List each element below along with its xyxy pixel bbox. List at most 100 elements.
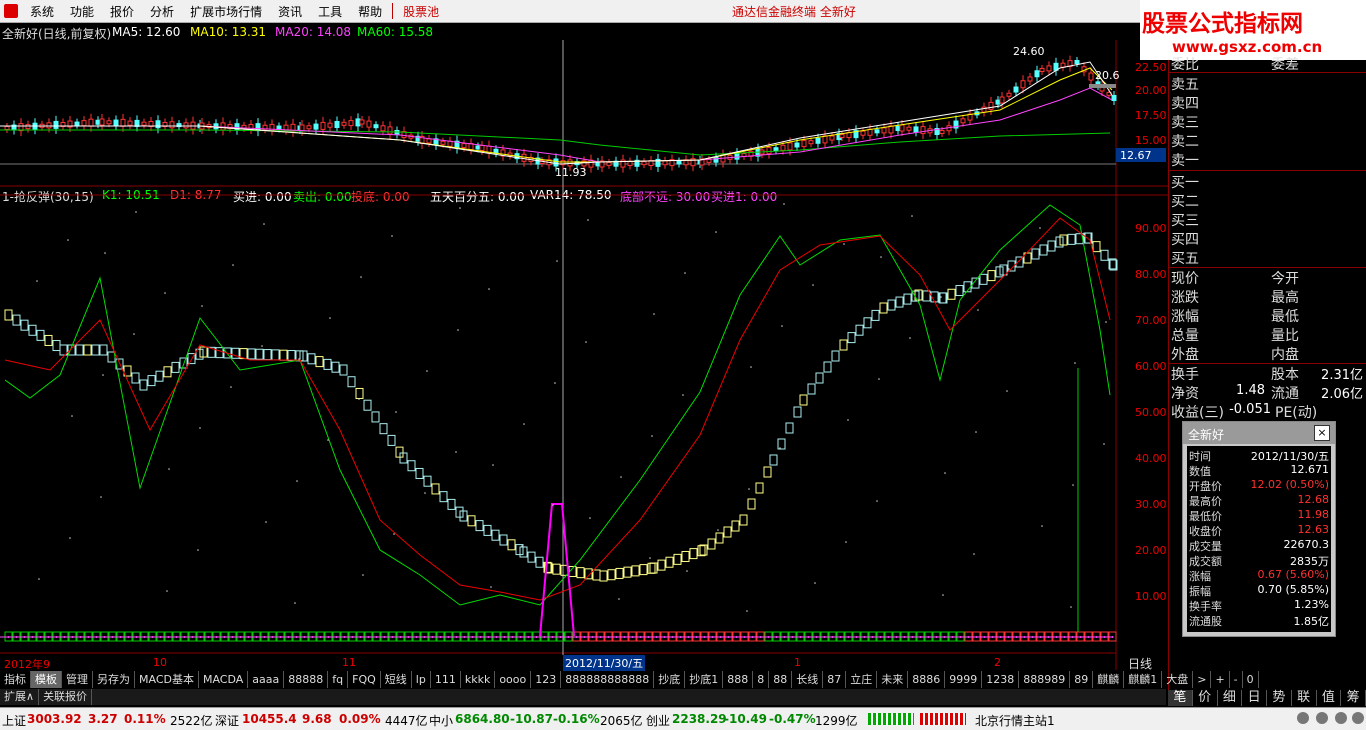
tab-14[interactable]: oooo [495,671,532,688]
tab-4[interactable]: MACD基本 [135,671,199,688]
right-tab-5[interactable]: 联 [1292,690,1317,706]
var14-box [922,290,931,302]
tab-34[interactable]: > [1193,671,1212,688]
candle-body [988,101,994,110]
settings-icon[interactable] [1316,712,1328,724]
candle-body [1020,80,1026,89]
tab-8[interactable]: fq [328,671,349,688]
right-tab-2[interactable]: 细 [1218,690,1243,706]
var14-box [1039,244,1048,256]
server-name[interactable]: 北京行情主站1 [975,712,1055,729]
period-label[interactable]: 日线 [1128,655,1152,672]
menu-analysis[interactable]: 分析 [142,3,182,20]
tab-28[interactable]: 1238 [982,671,1020,688]
right-tab-6[interactable]: 值 [1317,690,1342,706]
var14-box [28,324,37,336]
tab-21[interactable]: 88 [769,671,793,688]
menu-stock-pool[interactable]: 股票池 [395,3,447,20]
candle-body [801,140,807,148]
tab-25[interactable]: 未来 [877,671,909,688]
candle-body [313,123,319,130]
date-label: 2012年9 [4,658,50,671]
tab-33[interactable]: 大盘 [1162,671,1194,688]
tab-32[interactable]: 麒麟1 [1124,671,1163,688]
tab-16[interactable]: 888888888888 [561,671,655,688]
var14-box [955,285,964,297]
network-icon[interactable] [1297,712,1309,724]
var14-box [52,340,61,352]
var14-box [83,344,92,356]
tab-18[interactable]: 抄底1 [685,671,724,688]
candle-body [627,160,633,166]
tab-3[interactable]: 另存为 [93,671,135,688]
tab-31[interactable]: 麒麟 [1093,671,1125,688]
tab-0[interactable]: 指标 [0,671,31,688]
menu-quote[interactable]: 报价 [102,3,142,20]
tab-13[interactable]: kkkk [461,671,496,688]
tab-30[interactable]: 89 [1070,671,1094,688]
menu-tools[interactable]: 工具 [310,3,350,20]
scatter-dot [393,533,395,535]
tab-6[interactable]: aaaa [248,671,285,688]
float-value: 2.06亿 [1321,387,1363,402]
cy-amount: 1299亿 [815,714,858,728]
info-icon[interactable] [1335,712,1347,724]
right-tab-4[interactable]: 势 [1267,690,1292,706]
scatter-dot [71,415,73,417]
candle-body [1088,72,1094,81]
scatter-dot [36,280,38,282]
var14-box [431,483,440,495]
candle-body [320,121,326,130]
tab-12[interactable]: 111 [431,671,461,688]
help-icon[interactable] [1352,712,1364,724]
tab-2[interactable]: 管理 [62,671,93,688]
tab-5[interactable]: MACDA [199,671,249,688]
tab-37[interactable]: 0 [1243,671,1259,688]
scatter-dot [620,476,622,478]
candle-body [4,126,10,130]
tab-1[interactable]: 模板 [31,671,62,688]
var14-box [623,566,632,578]
tab-7[interactable]: 88888 [284,671,329,688]
menu-help[interactable]: 帮助 [350,3,390,20]
chart-area[interactable]: 22.50 20.00 17.50 15.00 12.67 24.60 20.6… [0,40,1168,670]
popup-value: 2012/11/30/五 [1250,450,1329,463]
tab-27[interactable]: 9999 [945,671,983,688]
tab-23[interactable]: 87 [823,671,847,688]
data-popup[interactable]: 全新好 × 时间 2012/11/30/五 数值 12.671 开盘价 12.02 (0.5… [1182,421,1336,637]
candle-body [808,140,814,145]
menu-ext-market[interactable]: 扩展市场行情 [182,3,270,20]
right-tab-0[interactable]: 笔 [1168,690,1193,706]
tab-11[interactable]: lp [412,671,431,688]
tab-19[interactable]: 888 [723,671,754,688]
popup-header[interactable]: 全新好 × [1183,422,1335,444]
tab-24[interactable]: 立庄 [846,671,878,688]
close-icon[interactable]: × [1314,425,1330,441]
menu-news[interactable]: 资讯 [270,3,310,20]
tab-15[interactable]: 123 [531,671,562,688]
tab-17[interactable]: 抄底 [654,671,686,688]
tab-20[interactable]: 8 [753,671,770,688]
inner-label: 内盘 [1271,347,1299,363]
tab-36[interactable]: - [1230,671,1243,688]
tab-10[interactable]: 短线 [381,671,412,688]
tab-26[interactable]: 8886 [908,671,946,688]
right-tab-7[interactable]: 筹 [1341,690,1366,706]
menu-function[interactable]: 功能 [62,3,102,20]
tab-22[interactable]: 长线 [792,671,824,688]
scatter-dot [975,431,977,433]
scatter-dot [488,288,490,290]
tab-9[interactable]: FQQ [348,671,381,688]
scatter-dot [845,541,847,543]
menu-system[interactable]: 系统 [22,3,62,20]
tab-35[interactable]: + [1211,671,1230,688]
scatter-dot [779,447,781,449]
tab-29[interactable]: 888989 [1019,671,1071,688]
right-tab-3[interactable]: 日 [1242,690,1267,706]
price-marker [1089,84,1116,88]
tab-related[interactable]: 关联报价 [39,689,93,705]
scatter-dot [977,309,979,311]
var14-box [387,434,396,446]
tab-ext[interactable]: 扩展∧ [0,689,40,705]
right-tab-1[interactable]: 价 [1193,690,1218,706]
